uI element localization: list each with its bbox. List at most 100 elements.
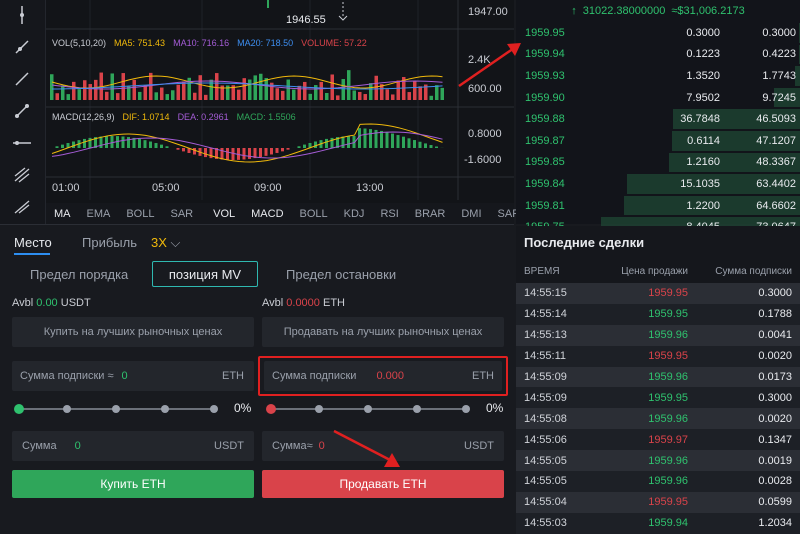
sell-total-label: Сумма≈ <box>272 440 313 452</box>
ob-total: 0.4223 <box>720 48 796 60</box>
macd-bar <box>402 137 405 148</box>
vol-legend-title: VOL(5,10,20) <box>52 38 106 48</box>
buy-slider-handle[interactable] <box>14 404 24 414</box>
sell-amount-field[interactable]: Сумма подписки 0.000 ETH <box>264 361 502 391</box>
time-label: 05:00 <box>152 182 180 194</box>
trades-header-amount: Сумма подписки <box>688 266 792 277</box>
macd-legend-dea: DEA: 0.2961 <box>178 112 229 122</box>
leverage-selector[interactable]: 3X ⌵ <box>151 235 180 251</box>
buy-amount-field[interactable]: Сумма подписки ≈ 0 ETH <box>12 361 254 391</box>
sell-button[interactable]: Продавать ETH <box>262 470 504 498</box>
ob-total: 46.5093 <box>720 113 796 125</box>
order-book-row[interactable]: 1959.90 7.9502 9.7245 <box>516 87 800 109</box>
trade-price: 1959.96 <box>606 329 688 341</box>
vol-legend: VOL(5,10,20) MA5: 751.43 MA10: 716.16 MA… <box>52 38 367 48</box>
trade-price: 1959.97 <box>606 434 688 446</box>
buy-total-field[interactable]: Сумма 0 USDT <box>12 431 254 461</box>
buy-slider-step[interactable] <box>210 405 218 413</box>
sell-avbl-value: 0.0000 <box>286 297 320 309</box>
fib-icon[interactable] <box>10 164 34 186</box>
measure-icon[interactable] <box>10 196 34 218</box>
trade-time: 14:55:06 <box>516 434 606 446</box>
trade-amount: 0.0599 <box>688 496 792 508</box>
ray-icon[interactable] <box>10 36 34 58</box>
trade-time: 14:55:09 <box>516 371 606 383</box>
macd-bar <box>89 138 92 148</box>
tab-boll-sub[interactable]: BOLL <box>292 208 336 220</box>
tab-macd[interactable]: MACD <box>243 208 291 220</box>
macd-bar <box>61 145 64 148</box>
tab-rsi[interactable]: RSI <box>372 208 406 220</box>
order-type-market[interactable]: позиция MV <box>152 261 258 287</box>
trade-amount: 0.0041 <box>688 329 792 341</box>
buy-amount-label: Сумма подписки ≈ <box>20 370 114 382</box>
order-book-row[interactable]: 1959.84 15.1035 63.4402 <box>516 173 800 195</box>
sell-slider-step[interactable] <box>364 405 372 413</box>
macd-bar <box>314 141 317 148</box>
buy-best-price-field[interactable]: Купить на лучших рыночных ценах <box>12 317 254 347</box>
tab-kdj[interactable]: KDJ <box>336 208 373 220</box>
sell-percent-slider[interactable] <box>270 408 466 410</box>
tab-profit[interactable]: Прибыль <box>82 235 137 250</box>
order-book-row[interactable]: 1959.94 0.1223 0.4223 <box>516 44 800 66</box>
buy-slider-step[interactable] <box>63 405 71 413</box>
last-price-header: ↑ 31022.38000000 ≈$31,006.2173 <box>516 0 800 22</box>
volume-bar <box>155 92 159 100</box>
volume-bar <box>61 85 65 100</box>
macd-bar <box>155 143 158 148</box>
trade-amount: 0.0020 <box>688 413 792 425</box>
sell-slider-step[interactable] <box>413 405 421 413</box>
order-book-rows: 1959.95 0.3000 0.3000 1959.94 0.1223 0.4… <box>516 22 800 238</box>
tab-ma[interactable]: MA <box>46 208 79 220</box>
ob-qty: 1.3520 <box>636 70 720 82</box>
sell-slider-step[interactable] <box>462 405 470 413</box>
volume-bar <box>105 92 109 100</box>
order-book-row[interactable]: 1959.88 36.7848 46.5093 <box>516 108 800 130</box>
horizontal-line-icon[interactable] <box>10 132 34 154</box>
trade-amount: 0.0019 <box>688 455 792 467</box>
macd-bar <box>138 139 141 148</box>
trade-time: 14:55:13 <box>516 329 606 341</box>
buy-available: Avbl 0.00 USDT <box>12 297 91 309</box>
volume-bar <box>430 96 434 100</box>
order-book-row[interactable]: 1959.95 0.3000 0.3000 <box>516 22 800 44</box>
buy-percent-slider[interactable] <box>18 408 214 410</box>
macd-bar <box>331 138 334 148</box>
trade-time: 14:55:03 <box>516 517 606 529</box>
tab-dmi[interactable]: DMI <box>453 208 489 220</box>
tab-place[interactable]: Место <box>14 235 52 250</box>
macd-bar <box>391 134 394 148</box>
order-book-row[interactable]: 1959.85 1.2160 48.3367 <box>516 152 800 174</box>
segment-icon[interactable] <box>10 100 34 122</box>
volume-bar <box>331 74 335 100</box>
price-chart[interactable]: 1946.55 1947.00 VOL(5,10,20) MA5: 751.43… <box>46 0 514 224</box>
order-book-row[interactable]: 1959.87 0.6114 47.1207 <box>516 130 800 152</box>
annotation-arrow-icon <box>330 427 406 471</box>
macd-bar <box>430 145 433 148</box>
volume-bar <box>149 73 153 100</box>
trade-time: 14:55:05 <box>516 475 606 487</box>
buy-slider-step[interactable] <box>112 405 120 413</box>
ob-qty: 36.7848 <box>636 113 720 125</box>
order-type-limit[interactable]: Предел порядка <box>30 267 128 282</box>
volume-bar <box>182 82 186 100</box>
buy-avbl-label: Avbl <box>12 297 33 309</box>
sell-slider-handle[interactable] <box>266 404 276 414</box>
trend-line-icon[interactable] <box>10 68 34 90</box>
macd-bar <box>270 148 273 154</box>
buy-button[interactable]: Купить ETH <box>12 470 254 498</box>
tab-ema[interactable]: EMA <box>79 208 119 220</box>
sell-slider-step[interactable] <box>315 405 323 413</box>
tab-vol[interactable]: VOL <box>205 208 243 220</box>
order-book-row[interactable]: 1959.81 1.2200 64.6602 <box>516 195 800 217</box>
tab-boll[interactable]: BOLL <box>118 208 162 220</box>
tab-sar[interactable]: SAR <box>162 208 201 220</box>
buy-slider-step[interactable] <box>161 405 169 413</box>
order-book-row[interactable]: 1959.93 1.3520 1.7743 <box>516 65 800 87</box>
trades-header: ВРЕМЯ Цена продажи Сумма подписки <box>516 259 800 283</box>
tab-brar[interactable]: BRAR <box>407 208 454 220</box>
vertical-line-icon[interactable] <box>10 4 34 26</box>
order-type-stop[interactable]: Предел остановки <box>286 267 396 282</box>
sell-best-price-field[interactable]: Продавать на лучших рыночных ценах <box>262 317 504 347</box>
volume-bar <box>336 95 340 100</box>
